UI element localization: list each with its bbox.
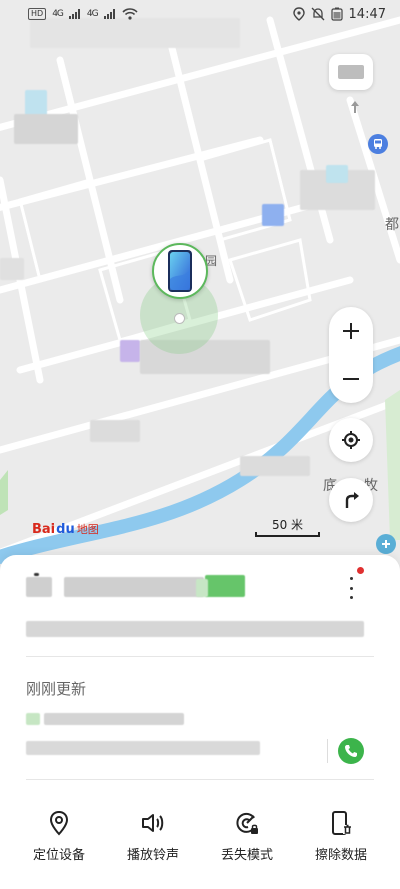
call-button[interactable] <box>338 738 364 764</box>
play-ringtone-button[interactable]: 播放铃声 <box>110 810 196 880</box>
blurred-poi <box>326 165 348 183</box>
online-badge <box>205 575 245 597</box>
signal-icon <box>68 9 80 19</box>
erase-phone-icon <box>332 811 352 835</box>
blurred-device-name <box>26 577 52 597</box>
zoom-control <box>329 307 373 403</box>
blurred-text <box>26 713 40 725</box>
minus-icon <box>343 378 359 380</box>
map-layer-button[interactable] <box>329 54 373 90</box>
blurred-poi <box>25 90 47 116</box>
blurred-poi <box>120 340 140 362</box>
blurred-poi <box>262 204 284 226</box>
action-bar: 定位设备 播放铃声 丢失模式 擦除数据 <box>0 810 400 880</box>
wifi-icon <box>122 8 138 20</box>
scale-bar <box>255 532 320 537</box>
blurred-text <box>34 573 39 576</box>
divider <box>327 739 328 763</box>
lost-mode-button[interactable]: 丢失模式 <box>204 810 290 880</box>
blurred-address <box>26 621 364 637</box>
blurred-poi <box>90 420 140 442</box>
device-marker[interactable] <box>152 243 208 299</box>
phone-icon <box>168 250 192 292</box>
blurred-info <box>44 713 184 725</box>
more-options-button[interactable] <box>344 575 358 601</box>
navigate-button[interactable] <box>329 478 373 522</box>
locate-me-button[interactable] <box>329 418 373 462</box>
location-pin-icon <box>49 810 69 836</box>
speaker-icon <box>142 814 164 832</box>
phone-call-icon <box>345 745 357 757</box>
scale-label: 50 米 <box>271 518 304 532</box>
layer-icon <box>338 65 364 79</box>
locate-device-button[interactable]: 定位设备 <box>16 810 102 880</box>
logo-text: Bai <box>32 521 56 537</box>
logo-text: 地图 <box>76 523 99 536</box>
blurred-contact <box>26 741 260 755</box>
bus-stop-icon[interactable] <box>368 134 388 154</box>
map-scale: 50 米 <box>255 516 320 540</box>
blurred-text <box>196 579 208 597</box>
divider <box>26 779 374 780</box>
status-time: 14:47 <box>348 6 386 22</box>
last-updated-label: 刚刚更新 <box>26 680 87 698</box>
road-arrow-icon <box>351 101 359 113</box>
baidu-map-logo: Bai du 地图 <box>32 521 99 537</box>
battery-icon <box>330 7 343 21</box>
location-dot <box>174 313 185 324</box>
divider <box>26 656 374 657</box>
lost-mode-icon <box>236 812 258 834</box>
action-label: 播放铃声 <box>126 848 179 863</box>
poi-label: 都 <box>385 217 399 233</box>
action-label: 定位设备 <box>32 848 85 863</box>
zoom-in-button[interactable] <box>329 307 373 355</box>
blurred-poi <box>240 456 310 476</box>
logo-text: du <box>56 521 75 537</box>
network-type: 4G <box>86 9 99 19</box>
action-label: 丢失模式 <box>220 848 273 863</box>
zoom-out-button[interactable] <box>329 355 373 403</box>
mute-bell-icon <box>311 7 324 21</box>
blurred-device-name <box>64 577 204 597</box>
blurred-poi <box>14 114 78 144</box>
poi-hospital-icon[interactable] <box>376 534 396 554</box>
route-turn-icon <box>345 492 359 508</box>
notification-dot <box>357 567 364 574</box>
blurred-poi <box>0 258 24 280</box>
hd-badge: HD <box>28 8 47 20</box>
crosshair-icon <box>342 431 360 449</box>
device-info-card: 刚刚更新 定位设备 播放铃声 丢失模式 擦除数据 <box>0 555 400 889</box>
action-label: 擦除数据 <box>314 848 367 863</box>
location-status-icon <box>292 7 305 21</box>
network-type: 4G <box>52 9 64 19</box>
status-bar: HD 4G 4G 14:47 <box>0 0 400 28</box>
erase-data-button[interactable]: 擦除数据 <box>298 810 384 880</box>
signal-icon <box>103 9 115 19</box>
map-view[interactable]: 园 都 底 牧 Bai du 地图 50 米 <box>0 0 400 580</box>
plus-icon <box>343 323 359 339</box>
